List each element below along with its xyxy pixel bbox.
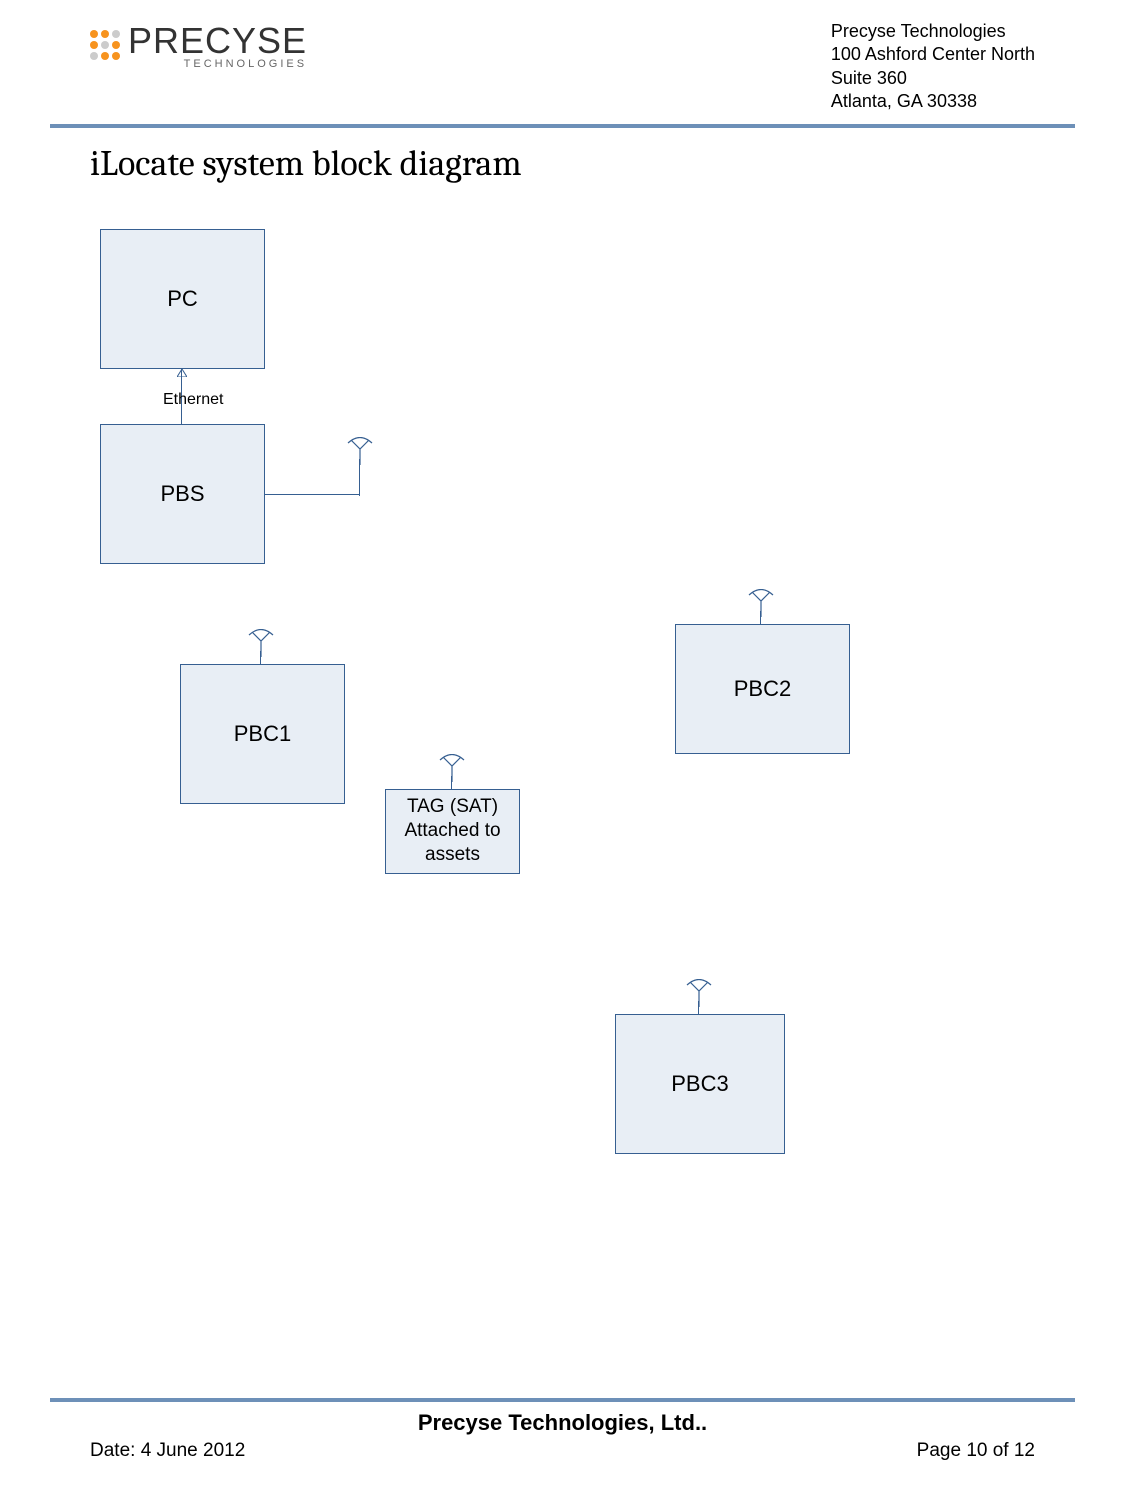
antenna-icon — [246, 629, 276, 659]
address-line-1: 100 Ashford Center North — [831, 43, 1035, 66]
antenna-icon — [746, 589, 776, 619]
logo-dots-icon — [90, 30, 120, 60]
address-line-3: Atlanta, GA 30338 — [831, 90, 1035, 113]
block-diagram: Ethernet PC PBS PBC1 PBC2 PBC3 TAG (SAT)… — [60, 184, 1060, 1284]
block-tag: TAG (SAT)Attached to assets — [385, 789, 520, 874]
block-pbc2: PBC2 — [675, 624, 850, 754]
arrowhead-icon — [177, 369, 187, 377]
company-logo: PRECYSE TECHNOLOGIES — [90, 20, 307, 70]
company-address: Precyse Technologies 100 Ashford Center … — [831, 20, 1035, 114]
footer-divider — [50, 1398, 1075, 1402]
block-pbs: PBS — [100, 424, 265, 564]
page-header: PRECYSE TECHNOLOGIES Precyse Technologie… — [0, 0, 1125, 124]
block-pc: PC — [100, 229, 265, 369]
footer-company: Precyse Technologies, Ltd.. — [90, 1410, 1035, 1436]
page-footer: Precyse Technologies, Ltd.. Date: 4 June… — [0, 1398, 1125, 1492]
antenna-icon — [345, 437, 375, 467]
ethernet-label: Ethernet — [163, 391, 223, 409]
company-name: Precyse Technologies — [831, 20, 1035, 43]
antenna-icon — [684, 979, 714, 1009]
block-pbc1: PBC1 — [180, 664, 345, 804]
address-line-2: Suite 360 — [831, 67, 1035, 90]
antenna-icon — [437, 754, 467, 784]
header-divider — [50, 124, 1075, 128]
footer-date: Date: 4 June 2012 — [90, 1440, 245, 1462]
footer-page: Page 10 of 12 — [917, 1440, 1035, 1462]
page-title: iLocate system block diagram — [90, 143, 1125, 184]
logo-text: PRECYSE — [128, 20, 307, 62]
wire-pbs-ant-h — [265, 494, 360, 495]
block-pbc3: PBC3 — [615, 1014, 785, 1154]
